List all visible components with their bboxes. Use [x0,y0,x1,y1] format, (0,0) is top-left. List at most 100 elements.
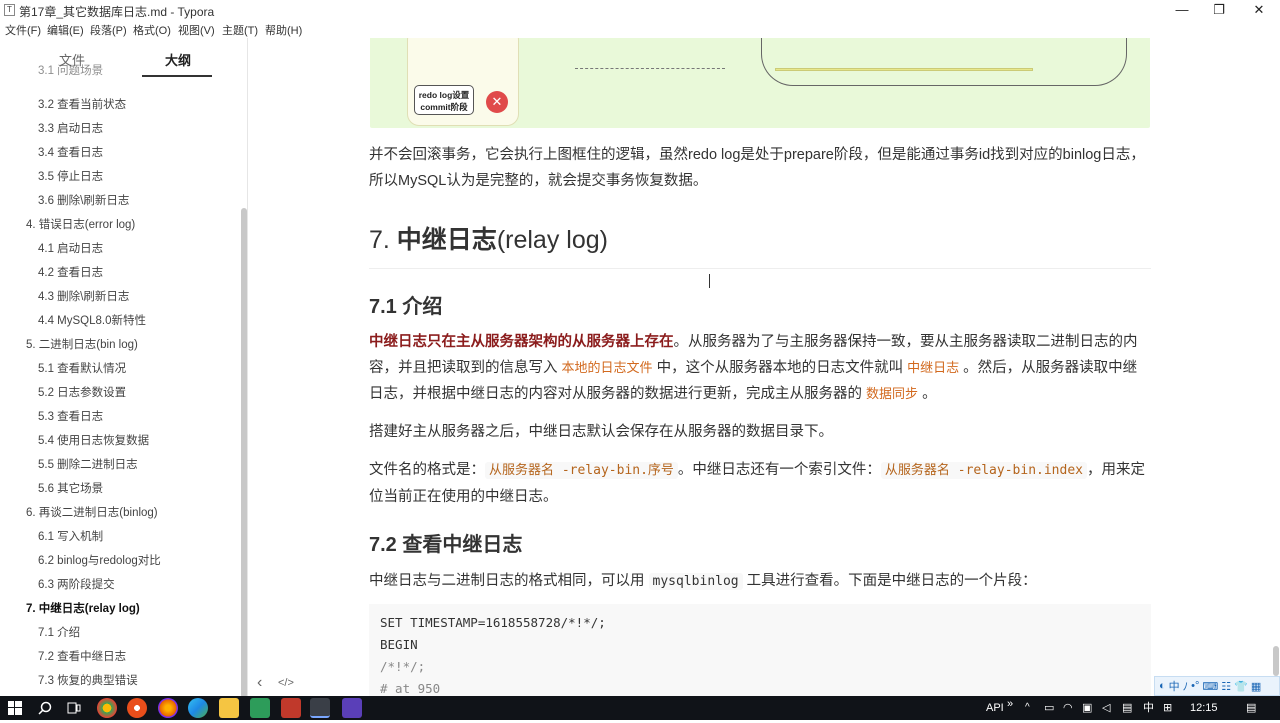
filename-format-paragraph: 文件名的格式是： 从服务器名 -relay-bin.序号 。中继日志还有一个索引文件… [369,457,1151,510]
menu-format[interactable]: 格式(O) [133,22,171,38]
outline-sidebar: 文件 大纲 3.1 问题场景 3.2 查看当前状态 3.3 启动日志 3.4 查看日志… [0,38,248,700]
ime-punctuation-icon[interactable]: •° [1191,680,1199,692]
outline-item[interactable]: 5.1 查看默认情况 [38,360,126,376]
menu-theme[interactable]: 主题(T) [222,22,258,38]
outline-item[interactable]: 4.2 查看日志 [38,264,103,280]
ime-menu-icon[interactable]: ▦ [1251,680,1261,693]
diagram-redo-commit-stage: redo log设置 commit阶段 [414,85,474,115]
minimize-button[interactable]: — [1164,0,1200,20]
ime-toolbox-icon[interactable]: ☷ [1221,680,1231,693]
emphasis-text: 中继日志只在主从服务器架构的从服务器上存在 [369,334,674,350]
menu-file[interactable]: 文件(F) [5,22,41,38]
outline-item[interactable]: 7.1 介绍 [38,624,80,640]
app-icon-green[interactable] [250,698,270,718]
code-block[interactable]: SET TIMESTAMP=1618558728/*!*/; BEGIN /*!… [369,604,1151,700]
ime-chinese-mode[interactable]: 中 [1169,678,1180,694]
outline-item[interactable]: 5.2 日志参数设置 [38,384,126,400]
tray-keyboard-icon[interactable]: ⊞ [1163,696,1172,720]
tray-api[interactable]: API [986,696,1004,720]
diagram-image: redo log设置 commit阶段 ✕ [370,38,1150,128]
tray-volume-icon[interactable]: ◁ [1102,696,1110,720]
inline-code-relay-bin-seq: 从服务器名 -relay-bin.序号 [485,462,678,479]
outline-item[interactable]: 4.1 启动日志 [38,240,103,256]
diagram-rounded-frame [761,38,1127,86]
diagram-bar [775,68,1033,71]
code-line: /*!*/; [380,659,426,674]
outline-item[interactable]: 3.1 问题场景 [38,62,103,78]
tray-overflow-icon[interactable]: » [1007,692,1013,716]
outline-item[interactable]: 5.4 使用日志恢复数据 [38,432,149,448]
tray-network-icon[interactable]: ◠ [1063,696,1073,720]
outline-item[interactable]: 4.4 MySQL8.0新特性 [38,312,146,328]
tray-input-language[interactable]: 中 [1143,696,1154,720]
task-view-icon[interactable] [60,696,88,720]
outline-item[interactable]: 4. 错误日志(error log) [26,216,135,232]
tray-app-icon[interactable]: ▤ [1122,696,1132,720]
chrome-icon[interactable] [97,698,117,718]
editor-content: redo log设置 commit阶段 ✕ 并不会回滚事务，它会执行上图框住的逻… [249,38,1280,700]
outline-item[interactable]: 3.6 删除\刷新日志 [38,192,129,208]
close-button[interactable]: ✕ [1241,0,1277,20]
ime-keyboard-icon[interactable]: ⌨ [1202,680,1218,693]
text-span: 。中继日志还有一个索引文件： [677,462,881,478]
menu-view[interactable]: 视图(V) [178,22,215,38]
outline-item[interactable]: 5.5 删除二进制日志 [38,456,138,472]
inline-code-relay-bin-index: 从服务器名 -relay-bin.index [880,462,1087,479]
outline-item[interactable]: 6. 再谈二进制日志(binlog) [26,504,158,520]
firefox-icon[interactable] [158,698,178,718]
outline-item[interactable]: 5.3 查看日志 [38,408,103,424]
tab-outline[interactable]: 大纲 [165,50,191,69]
maximize-button[interactable]: ❐ [1201,0,1237,20]
menu-edit[interactable]: 编辑(E) [47,22,84,38]
ime-moon-icon[interactable]: ﾉ [1183,678,1189,694]
outline-item[interactable]: 4.3 删除\刷新日志 [38,288,129,304]
relay-log-intro-paragraph: 中继日志只在主从服务器架构的从服务器上存在。从服务器为了与主服务器保持一致，要从… [369,329,1151,407]
text-span: 工具进行查看。下面是中继日志的一个片段： [742,573,1037,589]
tray-up-arrow-icon[interactable]: ^ [1025,696,1030,720]
outline-item[interactable]: 7.3 恢复的典型错误 [38,672,138,688]
windows-start-icon[interactable] [1,696,29,720]
editor-scrollbar[interactable] [1273,646,1279,676]
typora-app-icon: T [4,4,15,16]
outline-item[interactable]: 6.3 两阶段提交 [38,576,115,592]
outline-item[interactable]: 5. 二进制日志(bin log) [26,336,138,352]
text-span: 中继日志与二进制日志的格式相同，可以用 [369,573,649,589]
outline-item[interactable]: 3.3 启动日志 [38,120,103,136]
menu-paragraph[interactable]: 段落(P) [90,22,127,38]
outline-item[interactable]: 3.4 查看日志 [38,144,103,160]
outline-item[interactable]: 7.2 查看中继日志 [38,648,126,664]
mysqlbinlog-paragraph: 中继日志与二进制日志的格式相同，可以用 mysqlbinlog 工具进行查看。下… [369,568,1151,595]
sidebar-scrollbar[interactable] [241,208,247,698]
search-icon[interactable] [31,696,59,720]
app-icon-terminal[interactable] [281,698,301,718]
outline-item[interactable]: 7. 中继日志(relay log) [26,600,140,616]
inline-code-data-sync: 数据同步 [866,386,919,401]
app-icon-red[interactable] [127,698,147,718]
menu-help[interactable]: 帮助(H) [265,22,302,38]
code-line: SET TIMESTAMP=1618558728/*!*/; [380,615,606,630]
outline-item[interactable]: 6.1 写入机制 [38,528,103,544]
diagram-dashed-line [575,68,725,69]
app-icon-purple[interactable] [342,698,362,718]
tray-box-icon[interactable]: ▣ [1082,696,1092,720]
window-title: 第17章_其它数据库日志.md - Typora [19,5,215,19]
outline-item[interactable]: 6.2 binlog与redolog对比 [38,552,161,568]
typora-taskbar-icon[interactable] [310,698,330,718]
edge-icon[interactable] [188,698,208,718]
tray-clock[interactable]: 12:15 [1190,696,1218,720]
tray-battery-icon[interactable]: ▭ [1044,696,1054,720]
menu-bar: 文件(F) 编辑(E) 段落(P) 格式(O) 视图(V) 主题(T) 帮助(H… [0,20,1280,38]
heading-divider [369,268,1151,269]
notification-icon[interactable]: ▤ [1246,696,1256,720]
file-explorer-icon[interactable] [219,698,239,718]
outline-item[interactable]: 3.5 停止日志 [38,168,103,184]
outline-item[interactable]: 5.6 其它场景 [38,480,103,496]
inline-code-relay-log: 中继日志 [907,360,960,375]
ime-toolbar[interactable]: ◐ 中 ﾉ •° ⌨ ☷ 👕 ▦ [1154,676,1280,696]
windows-taskbar: API » ^ ▭ ◠ ▣ ◁ ▤ 中 ⊞ 12:15 ▤ [0,696,1280,720]
ime-skin-icon[interactable]: 👕 [1234,680,1248,693]
code-line: BEGIN [380,637,418,652]
outline-item[interactable]: 3.2 查看当前状态 [38,96,126,112]
error-x-icon: ✕ [486,91,508,113]
data-dir-paragraph: 搭建好主从服务器之后，中继日志默认会保存在从服务器的数据目录下。 [369,424,833,440]
